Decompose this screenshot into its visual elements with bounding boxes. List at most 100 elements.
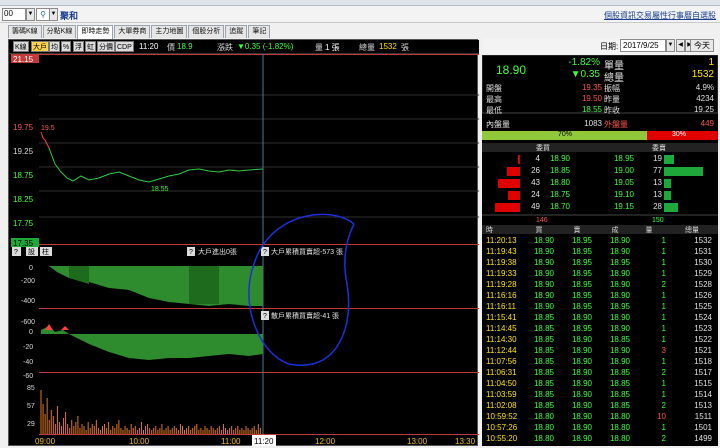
tab-chip-kline[interactable]: 籌碼K線 — [8, 25, 42, 38]
inner-volume-label: 內盤量 — [486, 120, 510, 129]
time-axis-label: 10:00 — [129, 437, 150, 446]
tick-row[interactable]: 10:55:20 18.80 18.90 18.80 2 1499 — [482, 434, 718, 445]
tick-ask: 18.90 — [571, 423, 592, 432]
link-watchlist[interactable]: 自選股 — [692, 10, 716, 21]
tick-bid: 18.90 — [533, 280, 554, 289]
date-dropdown-icon[interactable]: ▼ — [666, 39, 675, 52]
price-change: ▼0.35 — [570, 69, 600, 80]
tab-main-map[interactable]: 主力地圖 — [151, 25, 188, 38]
tick-row[interactable]: 11:14:45 18.85 18.95 18.90 1 1523 — [482, 324, 718, 335]
link-stock-info[interactable]: 個股資訊 — [604, 10, 636, 21]
tick-row[interactable]: 10:59:52 18.80 18.90 18.80 10 1511 — [482, 412, 718, 423]
tick-row[interactable]: 11:19:33 18.90 18.95 18.90 1 1529 — [482, 269, 718, 280]
intraday-chart[interactable]: 21.15 19.75 19.25 18.75 18.25 17.75 17.3… — [9, 54, 479, 447]
inner-volume: 1083 — [584, 119, 602, 128]
tab-track[interactable]: 追蹤 — [225, 25, 248, 38]
big-holder-button[interactable]: 大戶 — [31, 41, 49, 52]
tick-volume: 1 — [661, 357, 666, 366]
ask-qty: 13 — [653, 178, 662, 187]
tick-row[interactable]: 11:14:30 18.85 18.90 18.85 1 1522 — [482, 335, 718, 346]
tick-price: 18.85 — [609, 335, 630, 344]
tick-bid: 18.90 — [533, 302, 554, 311]
pane-divider — [39, 372, 479, 373]
tab-notes[interactable]: 筆記 — [248, 25, 271, 38]
tick-row[interactable]: 11:19:28 18.90 18.95 18.90 2 1528 — [482, 280, 718, 291]
tick-ask: 18.90 — [571, 401, 592, 410]
ticks-header-cell: 買 — [535, 227, 543, 234]
percent-button[interactable]: % — [61, 41, 72, 52]
tick-time: 11:07:56 — [486, 357, 517, 366]
stock-code-input[interactable]: 00 — [2, 8, 26, 21]
stock-name: 聚和 — [60, 11, 79, 21]
tick-price: 18.90 — [609, 269, 630, 278]
tick-ask: 18.90 — [571, 379, 592, 388]
small-axis-label: -60 — [23, 373, 33, 380]
link-trade-attr[interactable]: 交易屬性 — [636, 10, 668, 21]
ask-price: 19.10 — [613, 190, 634, 199]
tick-row[interactable]: 11:06:31 18.85 18.90 18.85 2 1517 — [482, 368, 718, 379]
tab-branch-kline[interactable]: 分點K線 — [42, 25, 77, 38]
header-change-label: 漲跌 — [217, 43, 233, 52]
ticks-header-cell: 時 — [486, 227, 493, 234]
time-axis-label: 09:00 — [35, 437, 56, 446]
tab-stock-analysis[interactable]: 個股分析 — [188, 25, 225, 38]
rainbow-button[interactable]: 虹 — [85, 41, 96, 52]
cdp-button[interactable]: CDP — [115, 41, 134, 52]
tick-ask: 18.90 — [571, 357, 592, 366]
tick-row[interactable]: 10:57:26 18.80 18.90 18.80 1 1501 — [482, 423, 718, 434]
tick-ask: 18.90 — [571, 390, 592, 399]
tick-total: 1523 — [694, 324, 712, 333]
avg-button[interactable]: 均 — [49, 41, 60, 52]
tick-bid: 18.90 — [533, 258, 554, 267]
tick-bid: 18.85 — [533, 324, 554, 333]
ask-price: 18.95 — [613, 154, 634, 163]
tick-price: 18.85 — [609, 379, 630, 388]
today-button[interactable]: 今天 — [690, 39, 714, 52]
tick-row[interactable]: 11:02:08 18.85 18.90 18.85 2 1513 — [482, 401, 718, 412]
tick-row[interactable]: 11:19:43 18.90 18.95 18.90 1 1531 — [482, 247, 718, 258]
tick-row[interactable]: 11:04:50 18.85 18.90 18.85 1 1515 — [482, 379, 718, 390]
float-button[interactable]: 浮 — [73, 41, 84, 52]
ticks-header-cell: 量 — [645, 227, 653, 234]
date-input[interactable]: 2017/9/25 — [620, 39, 666, 52]
tick-bid: 18.90 — [533, 269, 554, 278]
tick-price: 18.90 — [609, 236, 630, 245]
tick-time: 11:06:31 — [486, 368, 517, 377]
outer-volume-label: 外盤量 — [604, 120, 628, 129]
tick-total: 1501 — [694, 423, 712, 432]
tick-bid: 18.85 — [533, 368, 554, 377]
total-volume: 1532 — [691, 69, 714, 80]
tick-volume: 2 — [661, 434, 666, 443]
tick-row[interactable]: 11:16:11 18.90 18.95 18.95 1 1525 — [482, 302, 718, 313]
tick-volume: 1 — [661, 324, 666, 333]
search-dropdown-icon[interactable]: ▼ — [49, 8, 58, 21]
low-label: 最低 — [486, 106, 502, 115]
tick-time: 11:03:59 — [486, 390, 517, 399]
tick-row[interactable]: 11:20:13 18.90 18.95 18.90 1 1532 — [482, 236, 718, 247]
outer-pct: 30% — [672, 131, 687, 138]
link-calendar[interactable]: 行事曆 — [668, 10, 692, 21]
total-volume-label: 總量 — [604, 73, 624, 84]
tick-row[interactable]: 11:19:38 18.90 18.95 18.95 1 1530 — [482, 258, 718, 269]
search-icon[interactable]: ⚲ — [36, 8, 50, 21]
tick-row[interactable]: 11:07:56 18.85 18.90 18.90 1 1518 — [482, 357, 718, 368]
tick-row[interactable]: 11:03:59 18.85 18.90 18.85 1 1514 — [482, 390, 718, 401]
kline-button[interactable]: K線 — [13, 41, 29, 52]
toolbar: 00 ▼ ⚲ ▼ 聚和 個股資訊 交易屬性 行事曆 自選股 — [0, 6, 720, 23]
tab-big-broker[interactable]: 大單券商 — [114, 25, 151, 38]
prev-close-label: 昨收 — [604, 106, 620, 115]
bid-qty: 49 — [531, 202, 540, 211]
pane-divider — [39, 308, 479, 309]
vol-axis-label: 57 — [27, 403, 35, 410]
tab-realtime[interactable]: 即時走勢 — [77, 25, 114, 39]
tick-total: 1522 — [694, 335, 712, 344]
ask-total: 150 — [652, 217, 664, 224]
tick-ask: 18.90 — [571, 412, 592, 421]
prev-date-button[interactable]: ◀ — [676, 39, 685, 52]
tick-row[interactable]: 11:16:16 18.90 18.95 18.90 1 1526 — [482, 291, 718, 302]
price-dist-button[interactable]: 分價 — [97, 41, 115, 52]
tick-row[interactable]: 11:12:44 18.85 18.90 18.90 3 1521 — [482, 346, 718, 357]
tick-row[interactable]: 11:15:41 18.85 18.90 18.90 1 1524 — [482, 313, 718, 324]
ask-price: 19.00 — [613, 166, 634, 175]
stock-dropdown-icon[interactable]: ▼ — [26, 8, 35, 21]
